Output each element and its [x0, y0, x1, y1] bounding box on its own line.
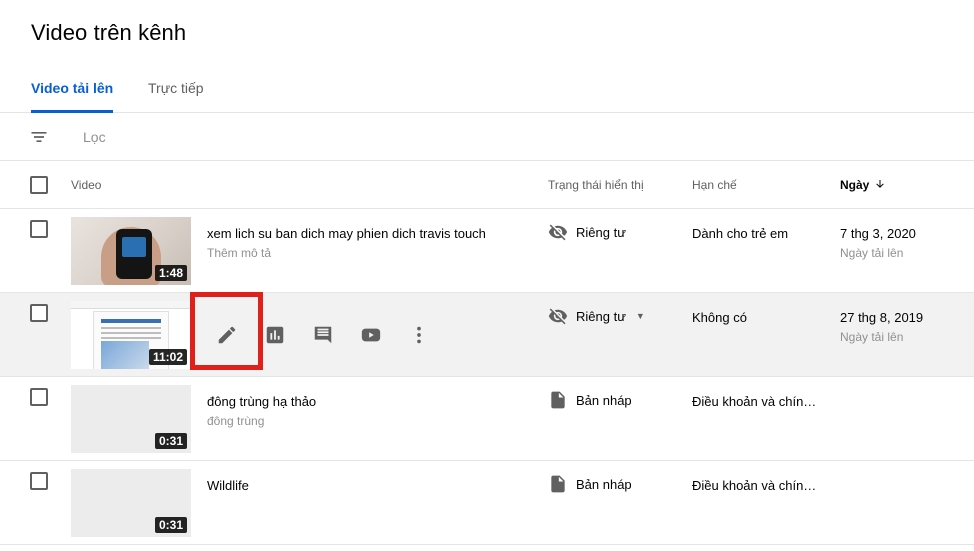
edit-button[interactable]	[207, 315, 247, 355]
restriction-value: Điều khoản và chín…	[692, 394, 817, 409]
thumbnail-screen	[122, 237, 146, 257]
visibility-status: Bản nháp	[548, 390, 632, 410]
row-checkbox[interactable]	[30, 220, 48, 238]
comments-icon	[314, 326, 332, 344]
comments-button[interactable]	[303, 315, 343, 355]
table-row[interactable]: 11:02 Riêng tư ▼ Không có 27 thg 8, 2019…	[0, 293, 974, 377]
visibility-label: Bản nháp	[576, 392, 632, 408]
video-thumbnail[interactable]: 1:48	[71, 217, 191, 285]
header-date-label: Ngày	[840, 178, 870, 192]
video-title[interactable]: đông trùng hạ thảo	[207, 394, 316, 409]
table-row[interactable]: 0:31 đông trùng hạ thảo đông trùng Bản n…	[0, 377, 974, 461]
edit-icon	[218, 326, 236, 344]
video-thumbnail[interactable]: 0:31	[71, 385, 191, 453]
thumbnail-line	[101, 337, 161, 339]
tab-uploads[interactable]: Video tải lên	[31, 80, 114, 113]
restriction-value: Điều khoản và chín…	[692, 478, 817, 493]
eye-off-icon	[548, 308, 568, 325]
table-header: Video Trạng thái hiển thị Hạn chế Ngày	[0, 161, 974, 209]
table-row[interactable]: 0:31 Wildlife Bản nháp Điều khoản và chí…	[0, 461, 974, 545]
video-description[interactable]: đông trùng	[207, 414, 264, 428]
row-checkbox[interactable]	[30, 388, 48, 406]
thumbnail-line	[101, 332, 161, 334]
more-options-button[interactable]	[399, 315, 439, 355]
more-vert-icon	[417, 326, 421, 344]
visibility-dropdown-icon[interactable]: ▼	[636, 311, 645, 321]
duration-badge: 11:02	[148, 349, 187, 365]
thumbnail-heading	[101, 319, 161, 323]
tab-bar: Video tải lên Trực tiếp	[0, 64, 974, 113]
header-restrictions: Hạn chế	[692, 178, 737, 192]
upload-date: 27 thg 8, 2019	[840, 310, 924, 325]
header-visibility: Trạng thái hiển thị	[548, 178, 644, 192]
duration-badge: 0:31	[154, 517, 187, 533]
filter-input[interactable]: Lọc	[83, 129, 106, 145]
video-description[interactable]: Thêm mô tả	[207, 246, 271, 260]
filter-bar: Lọc	[0, 113, 974, 161]
thumbnail-photo	[101, 341, 149, 369]
duration-badge: 1:48	[154, 265, 187, 281]
video-thumbnail[interactable]: 11:02	[71, 301, 191, 369]
thumbnail-line	[101, 327, 161, 329]
row-checkbox[interactable]	[30, 472, 48, 490]
youtube-button[interactable]	[351, 315, 391, 355]
select-all-checkbox[interactable]	[30, 176, 48, 194]
upload-date-label: Ngày tải lên	[840, 330, 904, 344]
duration-badge: 0:31	[154, 433, 187, 449]
visibility-label: Riêng tư	[576, 308, 626, 324]
video-title[interactable]: Wildlife	[207, 478, 249, 493]
upload-date: 7 thg 3, 2020	[840, 226, 916, 241]
eye-off-icon	[548, 224, 568, 241]
analytics-icon	[266, 326, 284, 344]
video-title[interactable]: xem lich su ban dich may phien dich trav…	[207, 226, 486, 241]
draft-icon	[551, 391, 565, 409]
visibility-label: Bản nháp	[576, 476, 632, 492]
analytics-button[interactable]	[255, 315, 295, 355]
restriction-value: Dành cho trẻ em	[692, 226, 789, 241]
table-row[interactable]: 1:48 xem lich su ban dich may phien dich…	[0, 209, 974, 293]
filter-icon[interactable]	[29, 127, 49, 147]
visibility-status: Bản nháp	[548, 474, 632, 494]
youtube-icon	[361, 328, 381, 342]
thumbnail-browser-bar	[71, 301, 191, 309]
arrow-down-icon	[874, 178, 886, 192]
visibility-label: Riêng tư	[576, 224, 626, 240]
page-title: Video trên kênh	[31, 20, 187, 45]
upload-date-label: Ngày tải lên	[840, 246, 904, 260]
restriction-value: Không có	[692, 310, 747, 325]
visibility-status: Riêng tư	[548, 222, 626, 242]
header-date-sort[interactable]: Ngày	[840, 178, 886, 192]
header-video: Video	[71, 178, 102, 192]
video-thumbnail[interactable]: 0:31	[71, 469, 191, 537]
row-checkbox[interactable]	[30, 304, 48, 322]
draft-icon	[551, 475, 565, 493]
visibility-status[interactable]: Riêng tư ▼	[548, 306, 645, 326]
tab-live[interactable]: Trực tiếp	[148, 80, 204, 113]
